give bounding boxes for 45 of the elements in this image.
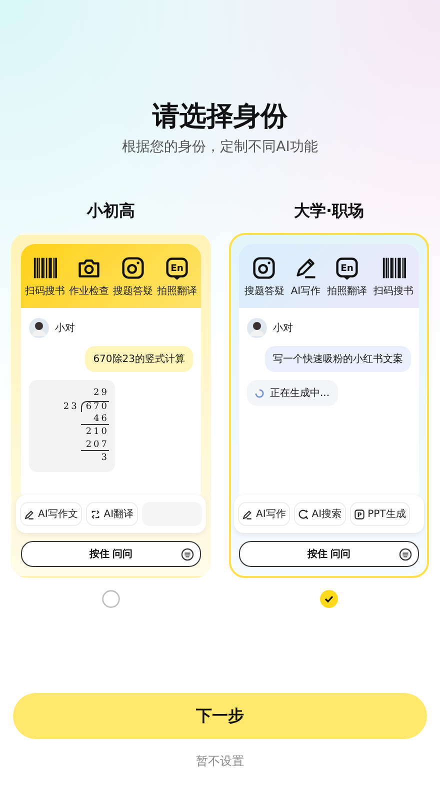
- pencil-icon: [294, 256, 318, 280]
- avatar: [29, 318, 49, 338]
- subtitle: 根据您的身份，定制不同AI功能: [122, 138, 318, 156]
- tool-label: 拍照翻译: [157, 284, 197, 298]
- option-label: 大学·职场: [294, 201, 364, 222]
- tool-label: 搜题答疑: [113, 284, 153, 298]
- tool-label: AI写作: [290, 285, 321, 298]
- option-label: 小初高: [87, 201, 135, 222]
- tool-label: 作业检查: [69, 284, 109, 298]
- emoji-icon: [399, 548, 412, 561]
- question-bubble: 670除23的竖式计算: [85, 346, 193, 372]
- long-division: 29 23 670 46 210 207 3: [29, 380, 115, 472]
- camera-icon: [121, 256, 145, 280]
- translate-book-icon: En: [165, 256, 189, 280]
- action-chip[interactable]: AI写作文: [20, 502, 82, 526]
- hold-to-talk-button[interactable]: 按住 问问: [21, 541, 201, 567]
- hold-to-talk-button[interactable]: 按住 问问: [239, 541, 419, 567]
- question-bubble: 写一个快速吸粉的小红书文案: [265, 346, 411, 372]
- loading-message: 正在生成中...: [247, 380, 338, 406]
- barcode-icon: [33, 256, 57, 280]
- skip-link[interactable]: 暂不设置: [196, 753, 244, 770]
- action-chip[interactable]: AI翻译: [86, 502, 138, 526]
- user-name: 小对: [273, 322, 293, 335]
- barcode-icon: [382, 256, 406, 280]
- user-name: 小对: [55, 322, 75, 335]
- emoji-icon: [181, 548, 194, 561]
- preview-card[interactable]: 扫码搜书 作业检查 搜题答疑 En 拍照翻译 小对 670除23的竖式计算 29 23 670 46 210 207 3 AI写作文 AI翻译 按住 问问: [11, 233, 211, 578]
- pen-icon: [24, 508, 35, 520]
- tool-label: 扫码搜书: [25, 284, 65, 298]
- avatar: [247, 318, 267, 338]
- radio-button[interactable]: [320, 590, 338, 608]
- next-button[interactable]: 下一步: [13, 693, 427, 739]
- translate-book-icon: En: [335, 256, 360, 280]
- spinner-icon: [255, 388, 264, 398]
- radio-button[interactable]: [102, 590, 120, 608]
- pen-icon: [242, 508, 253, 520]
- translate-icon: [90, 508, 101, 520]
- search-icon: [298, 508, 309, 520]
- tool-label: 搜题答疑: [244, 284, 284, 298]
- action-chip[interactable]: AI写作: [238, 502, 290, 526]
- camera-icon: [252, 256, 276, 280]
- page-title: 请选择身份: [152, 100, 288, 134]
- action-chip[interactable]: AI搜索: [294, 502, 346, 526]
- tool-label: 扫码搜书: [374, 284, 414, 298]
- tool-label: 拍照翻译: [327, 284, 368, 298]
